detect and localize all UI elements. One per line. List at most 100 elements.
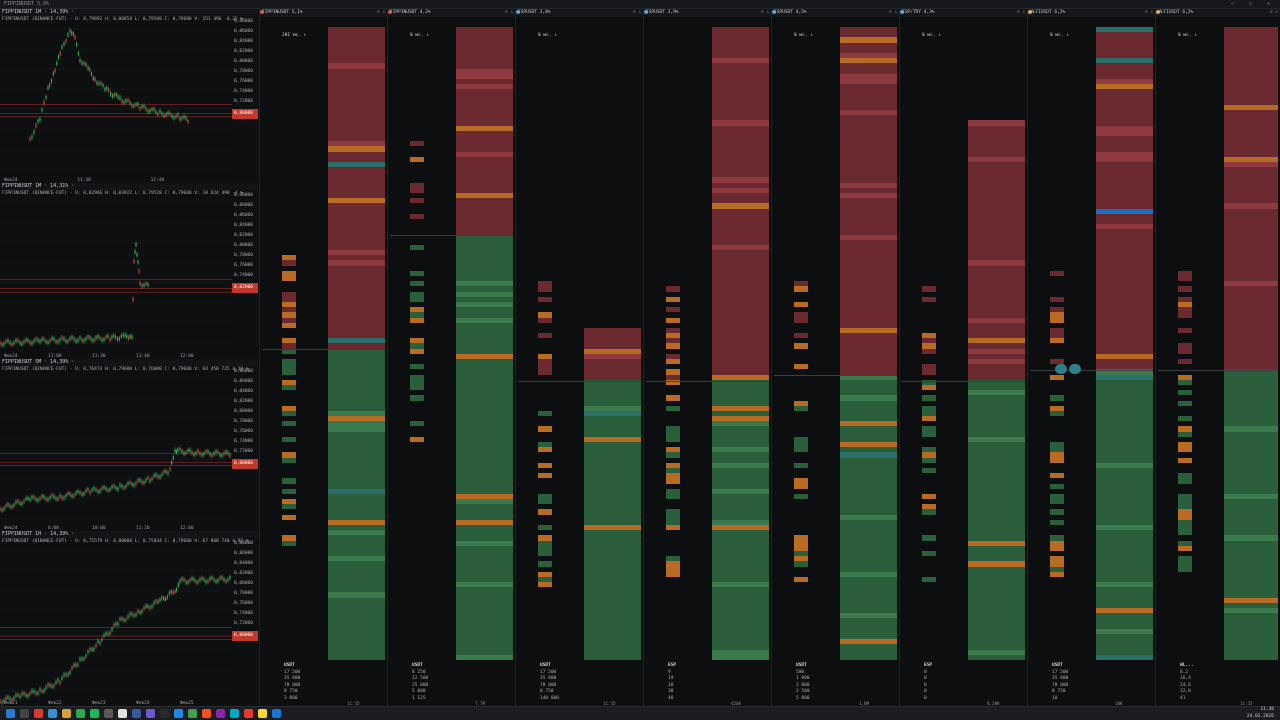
chart-panel[interactable]: FIPPINUSDT 1H · 14,39% · FIPPINUSDT (BIN… bbox=[0, 531, 258, 707]
orderbook-header: WLFIUSDT 6,2% ⚙ ✕ bbox=[1156, 9, 1280, 17]
app-icon[interactable] bbox=[104, 709, 113, 718]
bid-level[interactable] bbox=[1096, 654, 1153, 660]
size-preset-button[interactable]: 5 000 bbox=[796, 696, 810, 703]
app-icon[interactable] bbox=[146, 709, 155, 718]
app-icon[interactable] bbox=[132, 709, 141, 718]
price-tick: 0,72000 bbox=[234, 621, 253, 626]
orderbook-panel[interactable]: ESPUSDT 3,8% ⚙ ✕ 0 мс. ↑ USDT 17 500 35 000 70… bbox=[515, 9, 643, 706]
price-ladder[interactable] bbox=[584, 27, 641, 666]
app-icon[interactable] bbox=[216, 709, 225, 718]
size-preset-button[interactable]: 0 bbox=[924, 696, 932, 703]
price-ladder[interactable] bbox=[328, 27, 385, 666]
panel-controls-icon[interactable]: ⚙ ✕ bbox=[1145, 9, 1153, 17]
app-icon[interactable] bbox=[48, 709, 57, 718]
price-tick: 0,74000 bbox=[234, 273, 253, 278]
bid-level[interactable] bbox=[712, 654, 769, 660]
system-clock[interactable]: 11:38 24.02.2026 bbox=[1247, 707, 1274, 720]
orderbook-panel[interactable]: WLFIUSDT 6,2% ⚙ ✕ 0 мс. ↑ USDT 17 500 35 000 7… bbox=[1027, 9, 1155, 706]
price-tick: 0,78000 bbox=[234, 591, 253, 596]
app-icon[interactable] bbox=[76, 709, 85, 718]
window-title: FIPPINUSDT 5,0% bbox=[4, 1, 50, 7]
orderbook-panel[interactable]: FIPPINUSDT 4,2% ⚙ ✕ 0 мс. ↑ USDT 8 250 12 500… bbox=[387, 9, 515, 706]
panel-controls-icon[interactable]: ⚙ ✕ bbox=[889, 9, 897, 17]
panel-controls-icon[interactable]: ⚙ ✕ bbox=[1270, 9, 1278, 17]
price-ladder[interactable] bbox=[456, 27, 513, 666]
price-ladder[interactable] bbox=[712, 27, 769, 666]
price-ladder[interactable] bbox=[840, 27, 897, 666]
start-icon[interactable] bbox=[6, 709, 15, 718]
size-preset-button[interactable]: 48 bbox=[668, 696, 676, 703]
orderbook-panel[interactable]: ESPUSDT 4,5% ⚙ ✕ 0 мс. ↑ USDT 500 1 000 2 000 2… bbox=[771, 9, 899, 706]
orderbook-panel[interactable]: FIPPINUSDT 5,1% ⚙ ✕ 201 мс. ↑ USDT 17 500 35 … bbox=[259, 9, 387, 706]
app-icon[interactable] bbox=[272, 709, 281, 718]
app-icon[interactable] bbox=[174, 709, 183, 718]
order-size-presets[interactable]: USDT 500 1 000 2 000 2 500 5 000 bbox=[796, 663, 810, 702]
panel-controls-icon[interactable]: ⚙ ✕ bbox=[633, 9, 641, 17]
price-ladder[interactable] bbox=[968, 27, 1025, 666]
size-preset-button[interactable]: 1 125 bbox=[412, 696, 428, 703]
order-size-presets[interactable]: ESP 0 0 0 0 0 bbox=[924, 663, 932, 702]
panel-controls-icon[interactable]: ⚙ ✕ bbox=[377, 9, 385, 17]
panel-controls-icon[interactable]: ⚙ ✕ bbox=[505, 9, 513, 17]
price-axis: 0,88000 0,86000 0,84000 0,82000 0,80000 0,780… bbox=[232, 17, 258, 173]
orderbook-header: FIPPINUSDT 4,2% ⚙ ✕ bbox=[388, 9, 515, 17]
order-size-presets[interactable]: USDT 17 500 35 000 70 000 8 750 3 000 bbox=[284, 663, 300, 702]
orderbook-symbol: FIPPINUSDT 4,2% bbox=[390, 10, 431, 15]
orderbook-panel[interactable]: ESP/TRY 4,3% ⚙ ✕ 0 мс. ↑ ESP 0 0 0 0 0 8,38K bbox=[899, 9, 1027, 706]
bid-level[interactable] bbox=[840, 654, 897, 660]
orderbook-panel[interactable]: ESPUSDT 3,9% ⚙ ✕ ESP 9 19 38 38 48 426K bbox=[643, 9, 771, 706]
price-ladder[interactable] bbox=[1224, 27, 1278, 666]
order-size-presets[interactable]: USDT 17 500 35 000 70 000 8 750 140 000 bbox=[540, 663, 559, 702]
size-preset-button[interactable]: 35 000 bbox=[540, 676, 559, 683]
app-icon[interactable] bbox=[230, 709, 239, 718]
size-preset-button[interactable]: 12 500 bbox=[412, 676, 428, 683]
size-preset-button[interactable]: 3 000 bbox=[284, 696, 300, 703]
price-ladder[interactable] bbox=[1096, 27, 1153, 666]
spread-line bbox=[518, 380, 641, 382]
size-preset-button[interactable]: 35 000 bbox=[1052, 676, 1068, 683]
price-tick: 0,86000 bbox=[234, 379, 253, 384]
price-tick: 0,72000 bbox=[234, 99, 253, 104]
folder-icon[interactable] bbox=[62, 709, 71, 718]
order-size-presets[interactable]: USDT 8 250 12 500 25 000 5 000 1 125 bbox=[412, 663, 428, 702]
app-icon[interactable] bbox=[160, 709, 169, 718]
bid-level[interactable] bbox=[968, 654, 1025, 660]
order-size-presets[interactable]: WL... 8,2 16,4 24,6 32,8 41 bbox=[1180, 663, 1194, 702]
bid-level[interactable] bbox=[456, 654, 513, 660]
app-icon[interactable] bbox=[202, 709, 211, 718]
order-size-presets[interactable]: ESP 9 19 38 38 48 bbox=[668, 663, 676, 702]
bid-level[interactable] bbox=[1224, 654, 1278, 660]
app-icon[interactable] bbox=[34, 709, 43, 718]
size-preset-button[interactable]: 1 000 bbox=[796, 676, 810, 683]
app-icon[interactable] bbox=[244, 709, 253, 718]
order-size-presets[interactable]: USDT 17 500 35 000 70 000 8 750 10 bbox=[1052, 663, 1068, 702]
price-tick: 0,78000 bbox=[234, 419, 253, 424]
orderbook-panel[interactable]: WLFIUSDT 6,2% ⚙ ✕ 0 мс. ↑ WL... 8,2 16,4 24,6 3… bbox=[1155, 9, 1280, 706]
panel-controls-icon[interactable]: ⚙ ✕ bbox=[761, 9, 769, 17]
size-unit-label: ESP bbox=[924, 663, 933, 668]
price-tick: 0,74000 bbox=[234, 89, 253, 94]
bid-level[interactable] bbox=[584, 654, 641, 660]
volume-cell bbox=[390, 655, 408, 660]
app-icon[interactable] bbox=[258, 709, 267, 718]
chart-panel[interactable]: FIPPINUSDT 1M · 14,39% · FIPPINUSDT (BIN… bbox=[0, 9, 258, 184]
size-preset-button[interactable]: 10 bbox=[1052, 696, 1068, 703]
volume-cell bbox=[1158, 655, 1176, 660]
spread-line bbox=[774, 375, 897, 377]
size-preset-button[interactable]: 140 000 bbox=[540, 696, 559, 703]
chart-panel[interactable]: FIPPINUSDT 5M · 14,39% · FIPPINUSDT (BIN… bbox=[0, 359, 258, 532]
size-preset-button[interactable]: 2 500 bbox=[796, 689, 810, 696]
panel-controls-icon[interactable]: ⚙ ✕ bbox=[1017, 9, 1025, 17]
search-icon[interactable] bbox=[20, 709, 29, 718]
price-tick: 0,86000 bbox=[234, 213, 253, 218]
size-preset-button[interactable]: 35 000 bbox=[284, 676, 300, 683]
app-icon[interactable] bbox=[90, 709, 99, 718]
bid-level[interactable] bbox=[328, 654, 385, 660]
window-controls[interactable]: — ▢ ✕ bbox=[1231, 0, 1276, 8]
app-icon[interactable] bbox=[118, 709, 127, 718]
cluster-cell bbox=[410, 655, 424, 660]
volume-column bbox=[902, 27, 920, 666]
size-preset-button[interactable]: 41 bbox=[1180, 696, 1194, 703]
app-icon[interactable] bbox=[188, 709, 197, 718]
chart-panel[interactable]: FIPPINUSDT 1М · 14,31% · FIPPINUSDT (BIN… bbox=[0, 183, 258, 360]
